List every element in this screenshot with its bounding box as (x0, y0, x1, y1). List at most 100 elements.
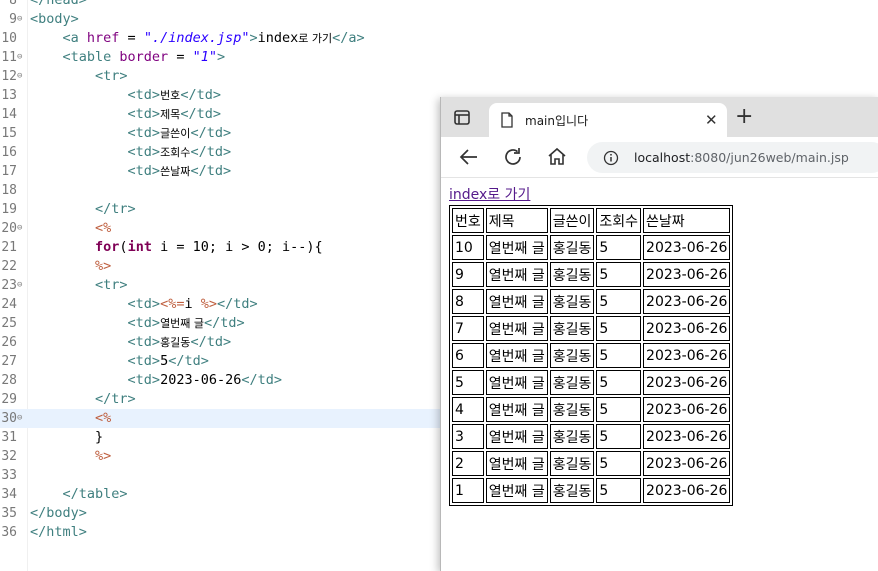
line-number: 13 (1, 88, 17, 103)
close-tab-icon[interactable]: ✕ (705, 111, 718, 129)
home-icon[interactable] (545, 145, 569, 169)
code-line[interactable]: 11 ⊖ <table border = "1"> (0, 48, 878, 67)
fold-toggle-icon[interactable]: ⊖ (17, 48, 27, 67)
table-cell: 5 (596, 316, 642, 341)
code-line[interactable]: 8 </head> (0, 0, 878, 10)
code-token: <td> (127, 334, 161, 350)
code-token: </td> (216, 296, 258, 312)
fold-toggle-icon[interactable]: ⊖ (17, 276, 27, 295)
code-text: </tr> (30, 390, 136, 409)
code-text: %> (30, 257, 111, 276)
line-number: 31 (1, 430, 17, 445)
code-token: </html> (30, 524, 87, 540)
table-cell: 열번째 글 (485, 397, 548, 422)
info-icon[interactable] (603, 150, 619, 170)
code-token: </td> (168, 353, 209, 369)
table-row: 7 열번째 글 홍길동 5 2023-06-26 (452, 316, 731, 341)
table-row: 6 열번째 글 홍길동 5 2023-06-26 (452, 343, 731, 368)
code-text: <td><%=i %></td> (30, 295, 258, 314)
code-token: %> (200, 296, 217, 312)
code-text: <body> (30, 10, 79, 29)
table-cell: 2023-06-26 (643, 289, 731, 314)
line-number: 16 (1, 145, 17, 160)
code-token: </tr> (95, 201, 136, 217)
code-token: <tr> (95, 277, 128, 293)
code-token: > (249, 30, 258, 46)
code-token: i = 10; i > 0; i--){ (151, 239, 323, 255)
code-token: i (184, 296, 201, 312)
fold-toggle-icon[interactable]: ⊖ (17, 67, 27, 86)
table-cell: 2023-06-26 (643, 478, 731, 503)
line-number: 10 (1, 31, 17, 46)
code-text: </table> (30, 485, 128, 504)
table-cell: 홍길동 (549, 343, 595, 368)
code-text: <td>열번째 글</td> (30, 314, 245, 333)
code-token: = (168, 49, 193, 65)
table-cell: 3 (452, 424, 484, 449)
code-text: <td>2023-06-26</td> (30, 371, 282, 390)
reload-icon[interactable] (501, 145, 525, 169)
code-token: <a (62, 30, 87, 46)
table-cell: 홍길동 (549, 451, 595, 476)
code-token: </a> (332, 30, 365, 46)
fold-toggle-icon[interactable]: ⊖ (17, 409, 27, 428)
url-text[interactable]: localhost:8080/jun26web/main.jsp (634, 150, 849, 165)
code-text: </head> (30, 0, 87, 10)
line-number: 32 (1, 449, 17, 464)
page-content: index로 가기 번호 제목 글쓴이 조회수 쓴날짜 10 열번째 글 홍길동 5 2023-0… (441, 178, 878, 571)
line-number: 15 (1, 126, 17, 141)
table-cell: 글쓴이 (549, 208, 595, 233)
browser-tab[interactable]: main입니다 ✕ (489, 103, 727, 137)
code-token: href (86, 30, 120, 46)
new-tab-button[interactable]: + (735, 106, 753, 128)
fold-toggle-icon[interactable]: ⊖ (17, 10, 27, 29)
table-cell: 쓴날짜 (643, 208, 731, 233)
code-token: "1" (192, 49, 217, 65)
table-header-row: 번호 제목 글쓴이 조회수 쓴날짜 (452, 208, 731, 233)
code-token: <td> (127, 163, 161, 179)
index-link[interactable]: index로 가기 (449, 184, 530, 204)
code-line[interactable]: 10 <a href = "./index.jsp">index로 가기</a> (0, 29, 878, 48)
table-cell: 5 (596, 451, 642, 476)
table-cell: 2023-06-26 (643, 316, 731, 341)
code-token: </head> (30, 0, 87, 8)
tab-actions-icon[interactable] (451, 108, 475, 128)
code-token: int (127, 239, 152, 255)
table-cell: 홍길동 (549, 316, 595, 341)
code-text: <tr> (30, 276, 128, 295)
code-line[interactable]: 12 ⊖ <tr> (0, 67, 878, 86)
code-line[interactable]: 9 ⊖ <body> (0, 10, 878, 29)
back-arrow-icon[interactable] (457, 145, 481, 169)
table-cell: 5 (596, 235, 642, 260)
code-token: 홍길동 (160, 336, 191, 349)
table-cell: 홍길동 (549, 424, 595, 449)
tab-title: main입니다 (525, 114, 589, 128)
table-row: 8 열번째 글 홍길동 5 2023-06-26 (452, 289, 731, 314)
table-cell: 5 (596, 343, 642, 368)
fold-toggle-icon[interactable]: ⊖ (17, 219, 27, 238)
code-text: <a href = "./index.jsp">index로 가기</a> (30, 29, 365, 48)
table-cell: 5 (596, 478, 642, 503)
code-text: </tr> (30, 200, 136, 219)
table-cell: 열번째 글 (485, 370, 548, 395)
address-bar[interactable]: localhost:8080/jun26web/main.jsp (587, 142, 878, 173)
code-token: <body> (30, 11, 79, 27)
code-token: 조회수 (160, 146, 191, 159)
code-token: } (30, 429, 104, 445)
line-number: 35 (1, 506, 17, 521)
code-token: = (119, 30, 144, 46)
table-cell: 열번째 글 (485, 262, 548, 287)
table-row: 2 열번째 글 홍길동 5 2023-06-26 (452, 451, 731, 476)
table-row: 4 열번째 글 홍길동 5 2023-06-26 (452, 397, 731, 422)
